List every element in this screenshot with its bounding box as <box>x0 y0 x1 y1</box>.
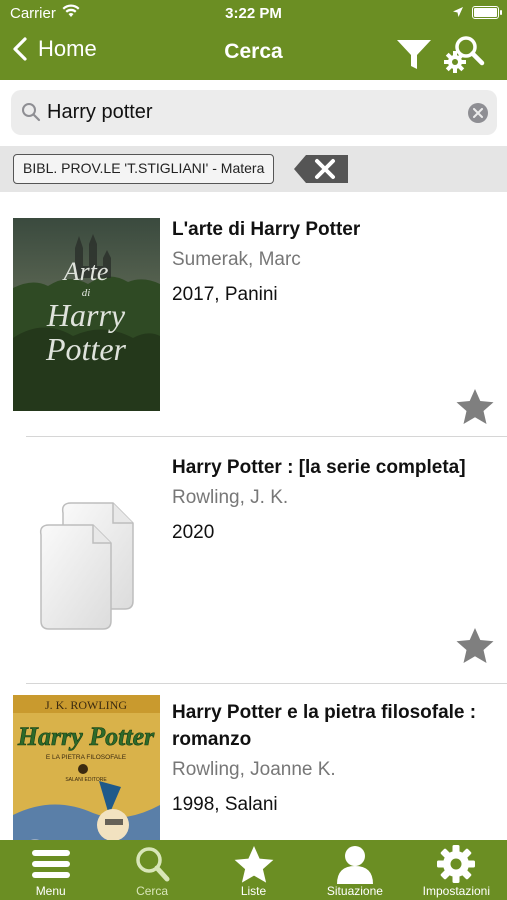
gear-icon <box>437 845 476 883</box>
result-author: Rowling, Joanne K. <box>172 759 336 780</box>
top-bar: Carrier 3:22 PM Home Cerca <box>0 0 507 80</box>
tab-menu[interactable]: Menu <box>0 840 101 900</box>
battery-icon <box>472 6 502 19</box>
tab-label: Liste <box>240 884 267 898</box>
navigation-bar: Home Cerca <box>0 28 507 80</box>
list-item[interactable]: Harry Potter : [la serie completa] Rowli… <box>0 437 507 683</box>
favorite-star-icon[interactable] <box>455 627 495 665</box>
cover-text: Harry <box>46 297 126 333</box>
result-title: Harry Potter : [la serie completa] <box>172 457 466 478</box>
star-icon <box>234 846 273 883</box>
cover-text: Arte <box>62 257 109 286</box>
chevron-left-icon <box>13 37 27 61</box>
tab-label: Cerca <box>136 884 169 898</box>
user-icon <box>336 846 373 884</box>
filter-icon[interactable] <box>396 38 432 72</box>
location-arrow-icon <box>453 7 463 17</box>
search-icon <box>22 103 41 122</box>
menu-icon <box>31 850 70 878</box>
result-title: Harry Potter e la pietra filosofale : ro… <box>172 702 477 750</box>
list-item[interactable]: Arte di Harry Potter L'arte di Harry Pot… <box>0 192 507 437</box>
back-label: Home <box>38 36 97 61</box>
clock: 3:22 PM <box>225 5 282 22</box>
tab-label: Impostazioni <box>422 884 491 898</box>
status-bar: Carrier 3:22 PM <box>0 0 507 28</box>
tab-bar: Menu Cerca Liste Situazione Impostazioni <box>0 840 507 900</box>
tab-label: Menu <box>35 884 66 898</box>
cover-text: Harry Potter <box>17 722 155 751</box>
tab-impostazioni[interactable]: Impostazioni <box>406 840 507 900</box>
result-title: L'arte di Harry Potter <box>172 219 361 240</box>
remove-filter-icon[interactable] <box>294 155 348 183</box>
result-author: Rowling, J. K. <box>172 487 289 508</box>
tab-situazione[interactable]: Situazione <box>304 840 405 900</box>
result-details: 2020 <box>172 522 215 543</box>
clear-search-button[interactable] <box>468 103 488 123</box>
placeholder-cover-icon <box>13 493 160 686</box>
active-filters-bar: BIBL. PROV.LE 'T.STIGLIANI' - Matera <box>0 146 507 192</box>
list-item[interactable]: J. K. ROWLING Harry Potter E LA PIETRA F… <box>0 684 507 840</box>
search-bar <box>11 90 497 135</box>
search-icon <box>136 847 170 882</box>
tab-liste[interactable]: Liste <box>203 840 304 900</box>
advanced-search-icon[interactable] <box>442 32 486 76</box>
cover-text: E LA PIETRA FILOSOFALE <box>46 754 127 761</box>
tab-label: Situazione <box>326 884 383 898</box>
result-details: 1998, Salani <box>172 794 278 815</box>
tab-cerca[interactable]: Cerca <box>101 840 202 900</box>
result-author: Sumerak, Marc <box>172 249 301 270</box>
library-filter-chip: BIBL. PROV.LE 'T.STIGLIANI' - Matera <box>13 154 275 184</box>
cover-text: J. K. ROWLING <box>45 698 127 712</box>
result-details: 2017, Panini <box>172 284 278 305</box>
back-button[interactable]: Home <box>10 36 97 62</box>
book-cover: J. K. ROWLING Harry Potter E LA PIETRA F… <box>13 695 160 840</box>
favorite-star-icon[interactable] <box>455 388 495 426</box>
search-input[interactable] <box>47 90 457 135</box>
search-area <box>0 80 507 146</box>
book-cover: Arte di Harry Potter <box>13 218 160 411</box>
cover-text: Potter <box>45 331 127 367</box>
results-list: Arte di Harry Potter L'arte di Harry Pot… <box>0 192 507 840</box>
close-icon <box>473 108 483 118</box>
